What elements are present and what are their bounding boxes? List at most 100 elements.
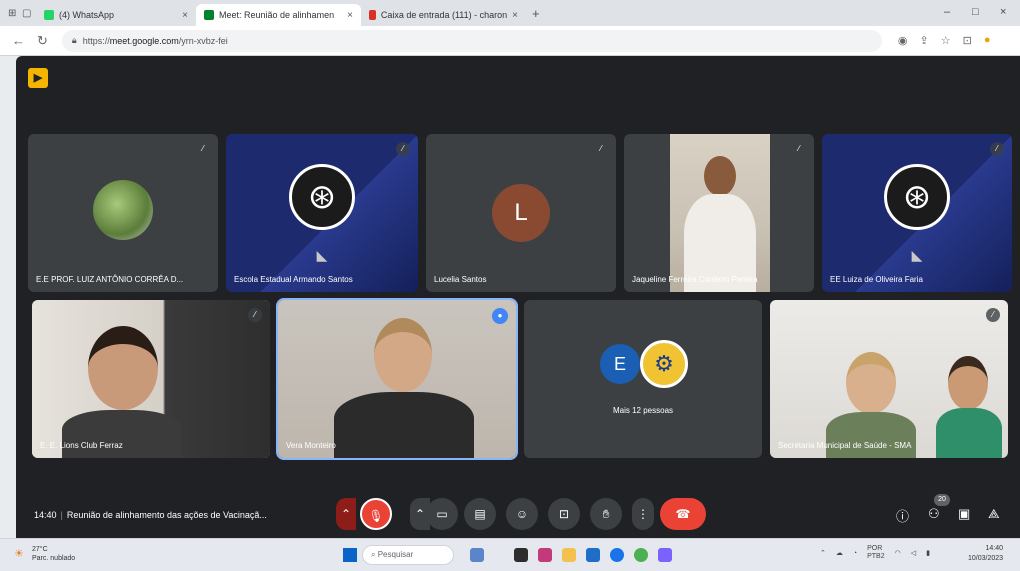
- leave-call-button[interactable]: ☎︎: [660, 498, 706, 530]
- meeting-details-button[interactable]: ⓘ: [896, 506, 909, 525]
- emoji-icon: ☺: [515, 507, 529, 521]
- close-tab-icon[interactable]: ×: [512, 10, 518, 21]
- toolbar-icons: ◉ ⇪ ☆ ⊡ ●: [898, 34, 991, 47]
- search-placeholder: Pesquisar: [377, 550, 414, 559]
- meeting-time: 14:40: [34, 510, 57, 520]
- activities-button[interactable]: ⟁: [988, 506, 1000, 522]
- windows-start-icon[interactable]: [343, 548, 357, 562]
- url-input[interactable]: 🔒︎ https://meet.google.com/yrn-xvbz-fei: [61, 29, 882, 52]
- mic-muted-icon: ⁄: [396, 142, 410, 156]
- language-indicator[interactable]: POR PTB2: [867, 545, 885, 561]
- onedrive-icon[interactable]: ◔: [853, 550, 857, 557]
- camera-icon: ▭: [436, 507, 448, 521]
- camera-off-icon: ◣: [911, 247, 923, 263]
- back-icon[interactable]: ←: [12, 33, 25, 48]
- weather-widget[interactable]: 27°C Parc. nublado: [32, 545, 75, 563]
- profile-avatar[interactable]: ●: [984, 34, 991, 47]
- participant-tile[interactable]: ⁄ Jaqueline Ferreira Cordeiro Pereira: [624, 134, 814, 292]
- taskbar-clock[interactable]: 14:40 10/03/2023: [968, 544, 1003, 564]
- participant-tile[interactable]: ⁄ E. E. Lions Club Ferraz: [32, 300, 270, 458]
- present-button[interactable]: ⊡: [548, 498, 580, 530]
- lang-layout: PTB2: [867, 553, 885, 560]
- participant-tile-speaking[interactable]: ● Vera Monteiro: [276, 298, 518, 460]
- participant-name: E. E. Lions Club Ferraz: [40, 441, 123, 450]
- mic-toggle-button[interactable]: 🎙︎: [360, 498, 392, 530]
- weather-icon: ☀: [14, 548, 24, 560]
- url-host: meet.google.com: [109, 35, 179, 46]
- participant-video: [32, 300, 270, 458]
- wifi-icon[interactable]: ◠: [895, 549, 901, 557]
- participant-tile[interactable]: ⁄ Secretaria Municipal de Saúde - SMA: [770, 300, 1008, 458]
- participant-name: E.E PROF. LUIZ ANTÔNIO CORRÊA D...: [36, 275, 184, 284]
- participant-avatar: E: [600, 344, 640, 384]
- close-window-button[interactable]: ×: [1000, 6, 1006, 18]
- browser-tab-strip: ⊞ ▢ (4) WhatsApp × Meet: Reunião de alin…: [0, 0, 1020, 26]
- close-tab-icon[interactable]: ×: [182, 10, 188, 21]
- person-body: [62, 410, 182, 458]
- more-options-button[interactable]: ⋮: [632, 498, 654, 530]
- people-button[interactable]: ⚇: [928, 506, 940, 522]
- people-count-badge: 20: [934, 494, 950, 506]
- mic-muted-icon: ⁄: [594, 142, 608, 156]
- gmail-icon: [369, 10, 376, 20]
- chat-button[interactable]: ▣: [958, 506, 970, 522]
- task-view-icon[interactable]: [470, 548, 484, 562]
- browser-menu-icon[interactable]: ⊞: [8, 8, 22, 19]
- meet-logo-icon: ▶: [28, 68, 48, 88]
- more-participants-tile[interactable]: E ⚙ Mais 12 pessoas: [524, 300, 762, 458]
- close-tab-icon[interactable]: ×: [347, 10, 353, 21]
- mic-muted-icon: ⁄: [792, 142, 806, 156]
- hand-icon: ✋︎: [602, 507, 610, 521]
- participant-name: Escola Estadual Armando Santos: [234, 275, 353, 284]
- folder-icon[interactable]: [562, 548, 576, 562]
- chrome-icon[interactable]: [610, 548, 624, 562]
- obs-logo-icon: ⊛: [289, 164, 355, 230]
- participant-tile[interactable]: L ⁄ Lucelia Santos: [426, 134, 616, 292]
- participant-tile[interactable]: ⁄ E.E PROF. LUIZ ANTÔNIO CORRÊA D...: [28, 134, 218, 292]
- participant-tile[interactable]: ⊛ ◣ ⁄ Escola Estadual Armando Santos: [226, 134, 418, 292]
- maximize-button[interactable]: □: [972, 6, 979, 18]
- minimize-button[interactable]: –: [944, 6, 950, 18]
- app-icon[interactable]: [538, 548, 552, 562]
- participant-video: [670, 134, 770, 292]
- file-explorer-icon[interactable]: [514, 548, 528, 562]
- mic-muted-icon: ⁄: [986, 308, 1000, 322]
- participant-name: Jaqueline Ferreira Cordeiro Pereira: [632, 275, 758, 284]
- system-tray: ⌃ ☁ ◔ POR PTB2 ◠ ◁ ▮: [820, 545, 930, 561]
- whatsapp-icon[interactable]: [634, 548, 648, 562]
- lock-icon: 🔒︎: [71, 35, 77, 45]
- raise-hand-button[interactable]: ✋︎: [590, 498, 622, 530]
- taskbar-search-input[interactable]: ⌕ Pesquisar: [362, 545, 454, 565]
- present-screen-icon: ⊡: [558, 507, 570, 521]
- tab-label: Caixa de entrada (111) - charon: [380, 10, 508, 20]
- camera-permission-icon[interactable]: ◉: [898, 34, 908, 47]
- tab-gmail[interactable]: Caixa de entrada (111) - charon ×: [361, 4, 526, 26]
- store-icon[interactable]: [586, 548, 600, 562]
- extensions-icon[interactable]: ⊡: [963, 34, 972, 47]
- camera-toggle-button[interactable]: ▭: [426, 498, 458, 530]
- bookmark-icon[interactable]: ☆: [941, 34, 951, 47]
- app-icon[interactable]: [658, 548, 672, 562]
- participant-tile[interactable]: ⊛ ◣ ⁄ EE Luiza de Oliveira Faria: [822, 134, 1012, 292]
- tab-search-icon[interactable]: ▢: [22, 8, 36, 19]
- chevron-up-icon[interactable]: ⌃: [820, 549, 826, 557]
- person-head: [846, 352, 896, 414]
- more-vert-icon: ⋮: [637, 507, 649, 521]
- participant-name: Lucelia Santos: [434, 275, 487, 284]
- new-tab-button[interactable]: +: [532, 6, 540, 21]
- network-icon[interactable]: ☁: [836, 549, 843, 557]
- reload-icon[interactable]: ↻: [37, 33, 48, 49]
- reactions-button[interactable]: ☺: [506, 498, 538, 530]
- person-body: [826, 412, 916, 458]
- participant-avatar: [93, 180, 153, 240]
- tab-whatsapp[interactable]: (4) WhatsApp ×: [36, 4, 196, 26]
- battery-icon[interactable]: ▮: [926, 549, 930, 557]
- share-icon[interactable]: ⇪: [920, 34, 929, 47]
- phone-hangup-icon: ☎︎: [675, 507, 691, 521]
- mic-options-button[interactable]: ⌃: [336, 498, 356, 530]
- tab-meet[interactable]: Meet: Reunião de alinhamen ×: [196, 4, 361, 26]
- address-bar: ← ↻ 🔒︎ https://meet.google.com/yrn-xvbz-…: [0, 26, 1020, 56]
- captions-button[interactable]: ▤: [464, 498, 496, 530]
- participant-name: EE Luiza de Oliveira Faria: [830, 275, 923, 284]
- volume-icon[interactable]: ◁: [911, 549, 916, 557]
